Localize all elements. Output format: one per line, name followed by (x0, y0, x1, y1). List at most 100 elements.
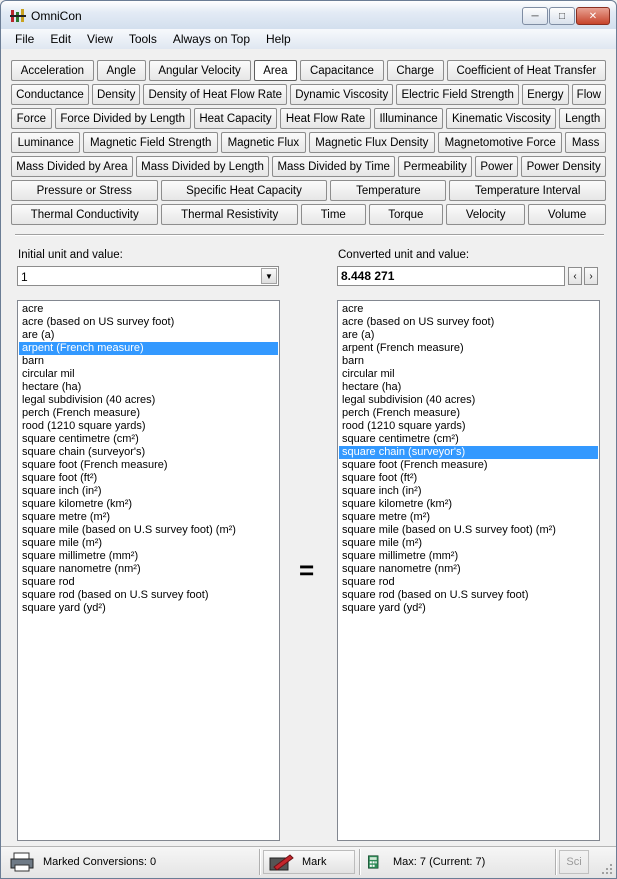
converted-unit-item[interactable]: square mile (m²) (339, 537, 598, 550)
converted-unit-item[interactable]: square foot (ft²) (339, 472, 598, 485)
minimize-button[interactable]: ─ (522, 7, 548, 25)
category-button-electric-field-strength[interactable]: Electric Field Strength (396, 84, 520, 105)
converted-unit-item[interactable]: arpent (French measure) (339, 342, 598, 355)
menu-help[interactable]: Help (258, 29, 299, 49)
converted-unit-item[interactable]: perch (French measure) (339, 407, 598, 420)
precision-decrease-button[interactable]: ‹ (568, 267, 582, 285)
menu-tools[interactable]: Tools (121, 29, 165, 49)
converted-unit-item[interactable]: are (a) (339, 329, 598, 342)
mark-button[interactable]: Mark (263, 850, 355, 874)
category-button-power[interactable]: Power (475, 156, 519, 177)
category-button-magnetomotive-force[interactable]: Magnetomotive Force (438, 132, 563, 153)
initial-unit-item[interactable]: legal subdivision (40 acres) (19, 394, 278, 407)
category-button-magnetic-flux[interactable]: Magnetic Flux (221, 132, 306, 153)
category-button-heat-flow-rate[interactable]: Heat Flow Rate (280, 108, 371, 129)
chevron-down-icon[interactable]: ▼ (261, 268, 277, 284)
category-button-power-density[interactable]: Power Density (521, 156, 607, 177)
category-button-capacitance[interactable]: Capacitance (300, 60, 384, 81)
converted-unit-item[interactable]: square mile (based on U.S survey foot) (… (339, 524, 598, 537)
category-button-charge[interactable]: Charge (386, 60, 444, 81)
initial-unit-item[interactable]: rood (1210 square yards) (19, 420, 278, 433)
initial-unit-item[interactable]: square mile (based on U.S survey foot) (… (19, 524, 278, 537)
initial-unit-item[interactable]: square millimetre (mm²) (19, 550, 278, 563)
menu-file[interactable]: File (1, 29, 42, 49)
initial-unit-item[interactable]: square mile (m²) (19, 537, 278, 550)
menu-view[interactable]: View (79, 29, 121, 49)
converted-unit-item[interactable]: hectare (ha) (339, 381, 598, 394)
converted-unit-item[interactable]: square rod (based on U.S survey foot) (339, 589, 598, 602)
maximize-button[interactable]: □ (549, 7, 575, 25)
category-button-thermal-conductivity[interactable]: Thermal Conductivity (11, 204, 159, 225)
initial-unit-list[interactable]: acre acre (based on US survey foot) are (a… (17, 300, 280, 841)
converted-value-field[interactable]: 8.448 271 (337, 266, 565, 286)
category-button-torque[interactable]: Torque (368, 204, 444, 225)
initial-unit-item[interactable]: acre (19, 303, 278, 316)
category-button-force-divided-by-length[interactable]: Force Divided by Length (54, 108, 191, 129)
initial-unit-item[interactable]: square kilometre (km²) (19, 498, 278, 511)
category-button-mass[interactable]: Mass (565, 132, 606, 153)
sci-toggle[interactable]: Sci (559, 850, 589, 874)
converted-unit-item[interactable]: square kilometre (km²) (339, 498, 598, 511)
initial-unit-item[interactable]: are (a) (19, 329, 278, 342)
category-button-time[interactable]: Time (301, 204, 366, 225)
converted-unit-item[interactable]: square chain (surveyor's) (339, 446, 598, 459)
category-button-angular-velocity[interactable]: Angular Velocity (148, 60, 251, 81)
category-button-density[interactable]: Density (91, 84, 141, 105)
category-button-energy[interactable]: Energy (522, 84, 569, 105)
category-button-heat-capacity[interactable]: Heat Capacity (193, 108, 278, 129)
converted-unit-item[interactable]: circular mil (339, 368, 598, 381)
initial-unit-item[interactable]: square foot (ft²) (19, 472, 278, 485)
menu-always-on-top[interactable]: Always on Top (165, 29, 258, 49)
initial-unit-item[interactable]: square foot (French measure) (19, 459, 278, 472)
category-button-coefficient-of-heat-transfer[interactable]: Coefficient of Heat Transfer (446, 60, 606, 81)
initial-unit-item[interactable]: square chain (surveyor's) (19, 446, 278, 459)
category-button-volume[interactable]: Volume (528, 204, 606, 225)
category-button-magnetic-flux-density[interactable]: Magnetic Flux Density (308, 132, 435, 153)
category-button-conductance[interactable]: Conductance (11, 84, 89, 105)
initial-unit-item[interactable]: arpent (French measure) (19, 342, 278, 355)
initial-value-text[interactable]: 1 (21, 270, 28, 284)
initial-unit-item[interactable]: square centimetre (cm²) (19, 433, 278, 446)
category-button-velocity[interactable]: Velocity (446, 204, 526, 225)
category-button-mass-divided-by-length[interactable]: Mass Divided by Length (135, 156, 270, 177)
initial-unit-item[interactable]: square metre (m²) (19, 511, 278, 524)
converted-unit-item[interactable]: square inch (in²) (339, 485, 598, 498)
category-button-angle[interactable]: Angle (96, 60, 146, 81)
category-button-length[interactable]: Length (559, 108, 606, 129)
converted-unit-item[interactable]: square rod (339, 576, 598, 589)
converted-unit-item[interactable]: rood (1210 square yards) (339, 420, 598, 433)
category-button-luminance[interactable]: Luminance (11, 132, 81, 153)
category-button-temperature-interval[interactable]: Temperature Interval (449, 180, 607, 201)
category-button-flow[interactable]: Flow (571, 84, 607, 105)
initial-unit-item[interactable]: square nanometre (nm²) (19, 563, 278, 576)
converted-unit-item[interactable]: square metre (m²) (339, 511, 598, 524)
initial-unit-item[interactable]: perch (French measure) (19, 407, 278, 420)
initial-unit-item[interactable]: square rod (based on U.S survey foot) (19, 589, 278, 602)
category-button-permeability[interactable]: Permeability (398, 156, 473, 177)
converted-unit-item[interactable]: legal subdivision (40 acres) (339, 394, 598, 407)
marked-conversions-panel[interactable]: Marked Conversions: 0 (9, 850, 259, 874)
category-button-specific-heat-capacity[interactable]: Specific Heat Capacity (160, 180, 328, 201)
initial-unit-item[interactable]: acre (based on US survey foot) (19, 316, 278, 329)
converted-unit-item[interactable]: barn (339, 355, 598, 368)
converted-unit-item[interactable]: square foot (French measure) (339, 459, 598, 472)
converted-unit-item[interactable]: square millimetre (mm²) (339, 550, 598, 563)
category-button-mass-divided-by-area[interactable]: Mass Divided by Area (11, 156, 133, 177)
category-button-mass-divided-by-time[interactable]: Mass Divided by Time (272, 156, 396, 177)
category-button-temperature[interactable]: Temperature (330, 180, 447, 201)
initial-unit-item[interactable]: square yard (yd²) (19, 602, 278, 615)
category-button-illuminance[interactable]: Illuminance (373, 108, 444, 129)
initial-unit-item[interactable]: circular mil (19, 368, 278, 381)
precision-increase-button[interactable]: › (584, 267, 598, 285)
category-button-acceleration[interactable]: Acceleration (11, 60, 94, 81)
initial-unit-item[interactable]: square inch (in²) (19, 485, 278, 498)
close-button[interactable]: ✕ (576, 7, 610, 25)
category-button-magnetic-field-strength[interactable]: Magnetic Field Strength (83, 132, 218, 153)
category-button-kinematic-viscosity[interactable]: Kinematic Viscosity (446, 108, 557, 129)
category-button-area[interactable]: Area (253, 60, 298, 81)
converted-unit-item[interactable]: acre (339, 303, 598, 316)
resize-grip-icon[interactable] (601, 863, 613, 875)
converted-unit-item[interactable]: square yard (yd²) (339, 602, 598, 615)
category-button-density-of-heat-flow-rate[interactable]: Density of Heat Flow Rate (143, 84, 288, 105)
title-bar[interactable]: OmniCon ─ □ ✕ (1, 1, 616, 29)
